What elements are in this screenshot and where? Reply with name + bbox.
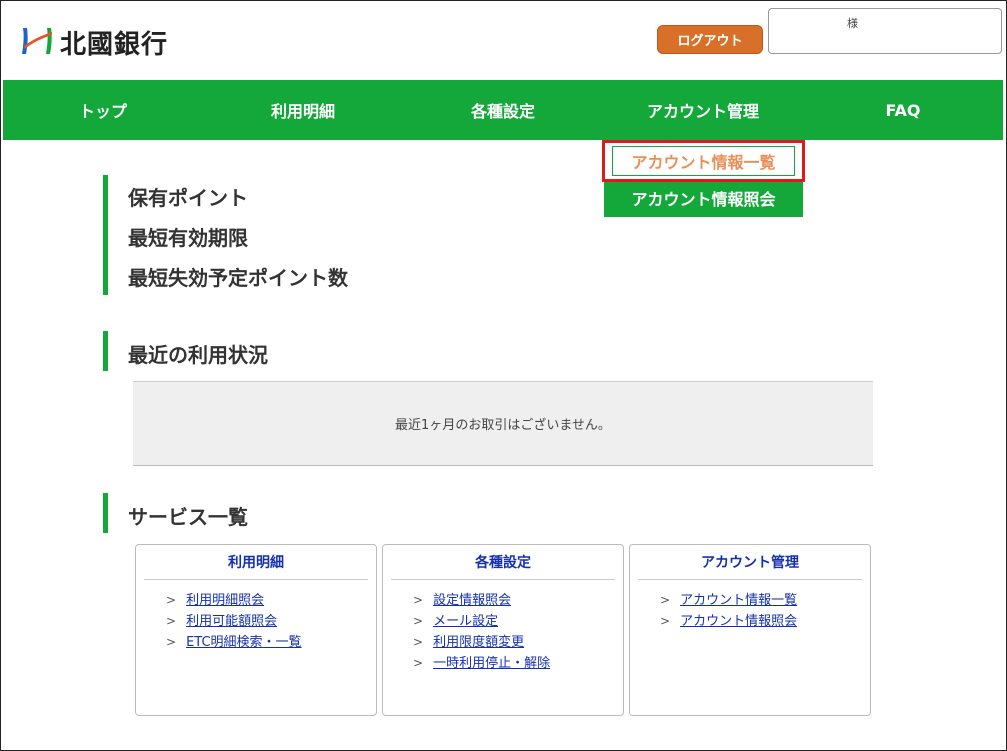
expiring-points-label: 最短失効予定ポイント数 <box>128 266 348 290</box>
list-item: > 一時利用停止・解除 <box>413 653 623 674</box>
recent-section-bar <box>103 331 108 371</box>
link-account-info-inquiry[interactable]: アカウント情報照会 <box>680 614 797 629</box>
nav-usage-details[interactable]: 利用明細 <box>203 80 403 140</box>
nav-account-management[interactable]: アカウント管理 <box>603 80 803 140</box>
card-link-list: > 設定情報照会 > メール設定 > 利用限度額変更 > 一時利用停止・解除 <box>383 590 623 674</box>
nav-top[interactable]: トップ <box>3 80 203 140</box>
list-item: > 設定情報照会 <box>413 590 623 611</box>
bank-logo-icon <box>22 28 52 54</box>
service-card-usage: 利用明細 > 利用明細照会 > 利用可能額照会 > ETC明細検索・一覧 <box>135 544 377 716</box>
dropdown-item-label: アカウント情報一覧 <box>612 146 795 176</box>
chevron-right-icon: > <box>413 614 424 628</box>
list-item: > アカウント情報一覧 <box>660 590 870 611</box>
main-nav: トップ 利用明細 各種設定 アカウント管理 FAQ <box>3 80 1003 140</box>
recent-usage-heading: 最近の利用状況 <box>128 343 268 367</box>
dropdown-account-info-list[interactable]: アカウント情報一覧 <box>602 140 805 182</box>
card-title: 利用明細 <box>144 545 368 580</box>
chevron-right-icon: > <box>166 614 177 628</box>
chevron-right-icon: > <box>166 635 177 649</box>
earliest-expiry-label: 最短有効期限 <box>128 226 248 250</box>
notice-text: 最近1ヶ月のお取引はございません。 <box>395 418 611 433</box>
service-card-settings: 各種設定 > 設定情報照会 > メール設定 > 利用限度額変更 > 一時利用停止・解除 <box>382 544 624 716</box>
nav-settings[interactable]: 各種設定 <box>403 80 603 140</box>
card-title: アカウント管理 <box>638 545 862 580</box>
list-item: > 利用限度額変更 <box>413 632 623 653</box>
bank-logo[interactable]: 北國銀行 <box>18 22 168 62</box>
service-card-account: アカウント管理 > アカウント情報一覧 > アカウント情報照会 <box>629 544 871 716</box>
held-points-label: 保有ポイント <box>128 186 248 210</box>
list-item: > アカウント情報照会 <box>660 611 870 632</box>
chevron-right-icon: > <box>413 656 424 670</box>
user-honorific: 様 <box>847 17 858 30</box>
link-suspend-release[interactable]: 一時利用停止・解除 <box>433 656 550 671</box>
points-section-bar <box>103 175 108 295</box>
list-item: > 利用可能額照会 <box>166 611 376 632</box>
link-available-amount[interactable]: 利用可能額照会 <box>186 614 277 629</box>
list-item: > メール設定 <box>413 611 623 632</box>
chevron-right-icon: > <box>166 593 177 607</box>
link-etc-search[interactable]: ETC明細検索・一覧 <box>186 635 301 650</box>
chevron-right-icon: > <box>660 593 671 607</box>
recent-usage-notice: 最近1ヶ月のお取引はございません。 <box>133 381 873 466</box>
bank-name: 北國銀行 <box>60 29 169 60</box>
link-settings-inquiry[interactable]: 設定情報照会 <box>433 593 511 608</box>
card-link-list: > 利用明細照会 > 利用可能額照会 > ETC明細検索・一覧 <box>136 590 376 653</box>
nav-faq[interactable]: FAQ <box>803 80 1003 140</box>
chevron-right-icon: > <box>413 593 424 607</box>
card-title: 各種設定 <box>391 545 615 580</box>
link-limit-change[interactable]: 利用限度額変更 <box>433 635 524 650</box>
chevron-right-icon: > <box>413 635 424 649</box>
list-item: > 利用明細照会 <box>166 590 376 611</box>
link-mail-settings[interactable]: メール設定 <box>433 614 498 629</box>
card-link-list: > アカウント情報一覧 > アカウント情報照会 <box>630 590 870 632</box>
link-usage-inquiry[interactable]: 利用明細照会 <box>186 593 264 608</box>
logout-button[interactable]: ログアウト <box>657 25 763 54</box>
dropdown-account-info-inquiry[interactable]: アカウント情報照会 <box>604 179 803 217</box>
link-account-info-list[interactable]: アカウント情報一覧 <box>680 593 797 608</box>
list-item: > ETC明細検索・一覧 <box>166 632 376 653</box>
account-management-dropdown: アカウント情報一覧 アカウント情報照会 <box>602 140 805 217</box>
chevron-right-icon: > <box>660 614 671 628</box>
user-name-box: 様 <box>768 8 1002 54</box>
services-section-bar <box>103 493 108 533</box>
services-heading: サービス一覧 <box>128 505 248 529</box>
